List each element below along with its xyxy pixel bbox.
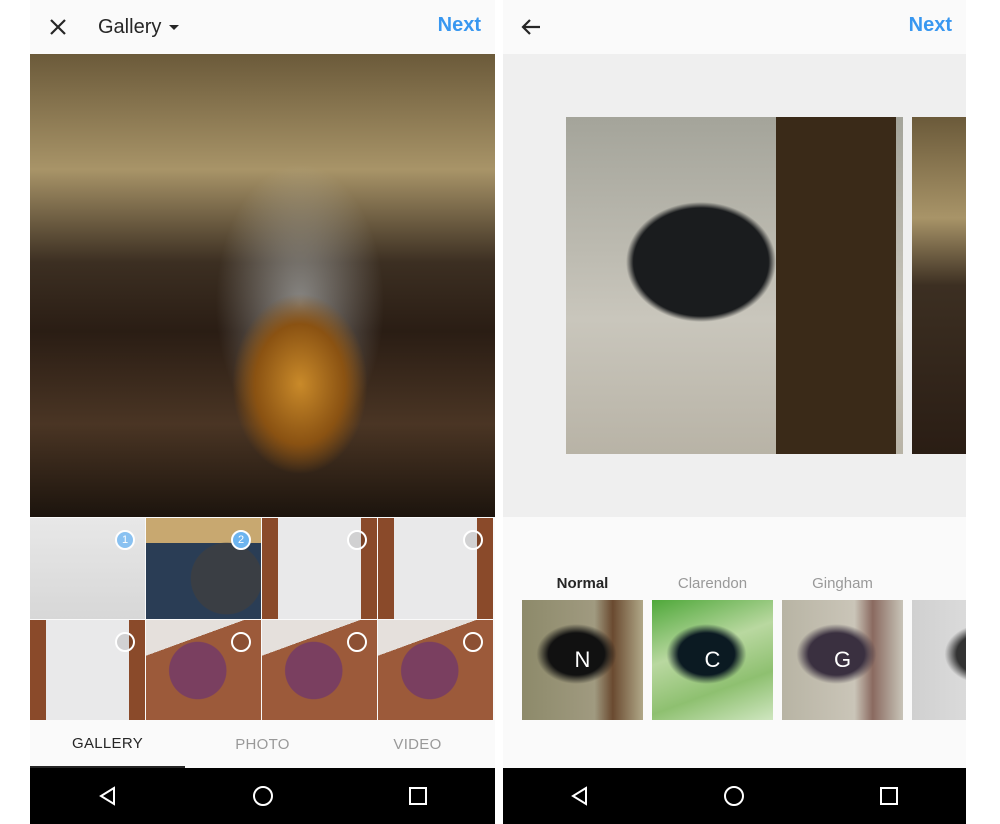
top-bar: Next — [503, 0, 966, 54]
selection-badge[interactable] — [115, 632, 135, 652]
home-nav-button[interactable] — [714, 776, 754, 816]
selection-badge[interactable]: 1 — [115, 530, 135, 550]
filter-thumbnail[interactable]: G — [782, 600, 903, 720]
back-nav-button[interactable] — [560, 776, 600, 816]
tab-gallery[interactable]: GALLERY — [30, 720, 185, 768]
home-nav-button[interactable] — [243, 776, 283, 816]
back-button[interactable] — [503, 0, 559, 54]
photo-preview[interactable] — [566, 117, 903, 454]
gallery-title: Gallery — [98, 15, 162, 38]
grid-photo[interactable] — [378, 518, 493, 619]
selection-badge[interactable] — [347, 632, 367, 652]
recents-nav-button[interactable] — [869, 776, 909, 816]
filter-label: Normal — [556, 575, 609, 592]
filter-thumbnail[interactable] — [912, 600, 966, 720]
filter-label: Gingham — [812, 575, 873, 592]
square-recents-icon — [879, 787, 898, 805]
square-recents-icon — [408, 787, 427, 805]
tab-video[interactable]: VIDEO — [340, 720, 495, 768]
arrow-left-icon — [521, 19, 540, 35]
circle-home-icon — [724, 786, 745, 806]
selection-badge[interactable] — [463, 632, 483, 652]
triangle-back-icon — [98, 786, 115, 806]
filter-gingham[interactable]: Gingham G — [782, 575, 903, 720]
close-icon — [50, 19, 66, 35]
android-nav-bar — [30, 768, 495, 824]
grid-photo[interactable] — [378, 620, 493, 721]
next-photo-preview[interactable] — [912, 117, 966, 454]
filter-screen: Next Normal N Clarendon C Gingham GM — [503, 0, 966, 824]
grid-photo[interactable] — [30, 620, 145, 721]
grid-photo[interactable]: 1 — [30, 518, 145, 619]
recents-nav-button[interactable] — [398, 776, 438, 816]
android-nav-bar — [503, 768, 966, 824]
selection-badge[interactable] — [231, 632, 251, 652]
grid-photo[interactable] — [262, 518, 377, 619]
gallery-screen: Gallery Next 12 GALLERY PHOTO VIDEO — [30, 0, 495, 824]
filter-label: M — [912, 575, 966, 600]
photo-grid: 12 — [30, 518, 495, 721]
filter-label: Clarendon — [677, 575, 748, 592]
filter-strip: Normal N Clarendon C Gingham GM — [503, 517, 966, 768]
caret-down-icon — [169, 24, 180, 30]
top-bar: Gallery Next — [30, 0, 495, 54]
circle-home-icon — [252, 786, 273, 806]
filter-thumbnail[interactable]: N — [522, 600, 643, 720]
close-button[interactable] — [30, 0, 86, 54]
grid-photo[interactable] — [262, 620, 377, 721]
grid-photo[interactable] — [146, 620, 261, 721]
back-nav-button[interactable] — [88, 776, 128, 816]
selected-photo-preview[interactable] — [30, 54, 495, 517]
selection-badge[interactable]: 2 — [231, 530, 251, 550]
triangle-back-icon — [571, 786, 588, 806]
filter-m[interactable]: M — [912, 575, 966, 720]
tab-photo[interactable]: PHOTO — [185, 720, 340, 768]
selection-badge[interactable] — [347, 530, 367, 550]
filter-thumbnail[interactable]: C — [652, 600, 773, 720]
source-tabs: GALLERY PHOTO VIDEO — [30, 720, 495, 768]
selection-badge[interactable] — [463, 530, 483, 550]
grid-photo[interactable]: 2 — [146, 518, 261, 619]
filter-clarendon[interactable]: Clarendon C — [652, 575, 773, 720]
gallery-dropdown[interactable]: Gallery — [98, 15, 180, 39]
next-button[interactable]: Next — [909, 14, 952, 37]
next-button[interactable]: Next — [438, 14, 481, 37]
filter-normal[interactable]: Normal N — [522, 575, 643, 720]
